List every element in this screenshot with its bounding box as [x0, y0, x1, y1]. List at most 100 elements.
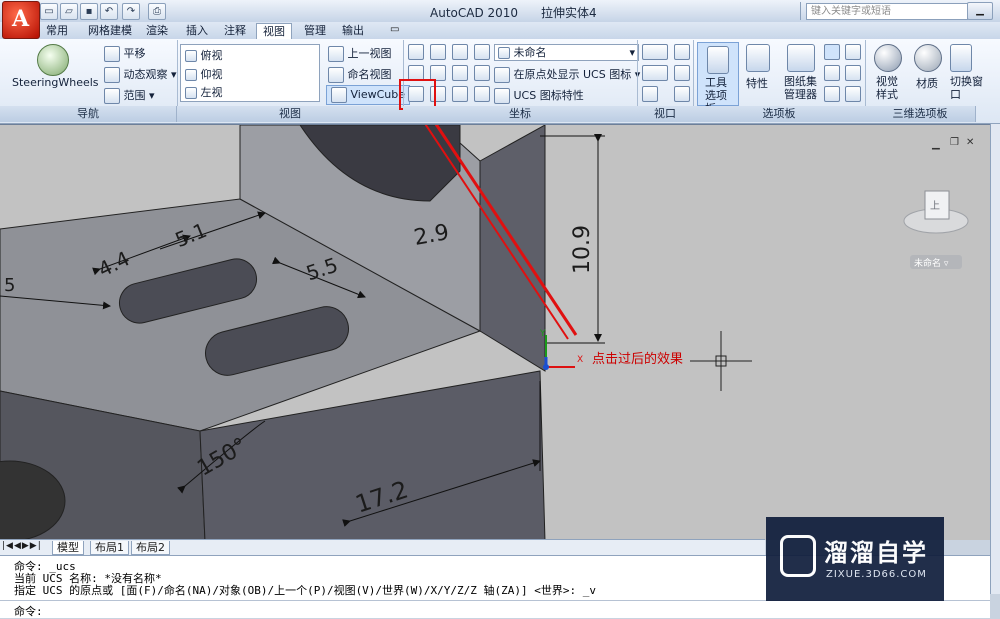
- ucs-3point-icon[interactable]: [452, 44, 468, 60]
- tab-output[interactable]: 输出: [336, 23, 370, 39]
- sheetset-manager-button[interactable]: 图纸集管理器: [784, 75, 820, 101]
- pan-button[interactable]: 平移: [104, 45, 146, 62]
- tab-manage[interactable]: 管理: [298, 23, 332, 39]
- tab-mesh[interactable]: 网格建模: [82, 23, 138, 39]
- ucs-properties-icon: [494, 88, 510, 104]
- tab-view[interactable]: 视图: [256, 23, 292, 40]
- command-line-icon[interactable]: [824, 44, 840, 60]
- design-center-icon[interactable]: [824, 65, 840, 81]
- tab-model[interactable]: 模型: [52, 541, 84, 555]
- palette-small-tools: [824, 44, 862, 104]
- annotation-text: 点击过后的效果: [592, 352, 684, 367]
- tab-layout1[interactable]: 布局1: [90, 541, 129, 555]
- viewport-panel-label: 视口: [637, 106, 694, 122]
- views-list[interactable]: 俯视 仰视 左视: [180, 44, 320, 102]
- visual-style-icon[interactable]: [874, 44, 902, 72]
- sheetset-icon[interactable]: [787, 44, 815, 72]
- ucs-name-select[interactable]: 未命名 ▾: [494, 44, 639, 61]
- previous-view-button[interactable]: 上一视图: [328, 45, 392, 62]
- tab-layout2[interactable]: 布局2: [131, 541, 170, 555]
- named-views-button[interactable]: 命名视图: [328, 66, 392, 83]
- coords-panel-label: 坐标: [403, 106, 638, 122]
- tab-annotate[interactable]: 注释: [218, 23, 252, 39]
- viewport-join-icon[interactable]: [674, 65, 690, 81]
- title-bar: ▭ ▱ ▪ ↶ ↷ ⎙ AutoCAD 2010 拉伸实体4 键入关键字或短语 …: [0, 0, 1000, 23]
- ucs-x-icon[interactable]: [474, 44, 490, 60]
- calculator-icon[interactable]: [824, 86, 840, 102]
- viewport-new-icon[interactable]: [674, 44, 690, 60]
- layout-nav-icons[interactable]: |◀◀▶▶|: [2, 541, 42, 551]
- viewport-minimize-icon[interactable]: ▁: [932, 139, 940, 150]
- viewport-clip-icon[interactable]: [642, 65, 668, 81]
- ucs-y-icon[interactable]: [452, 65, 468, 81]
- steeringwheels-icon[interactable]: [37, 44, 69, 76]
- application-menu-button[interactable]: A: [2, 1, 40, 39]
- tab-render[interactable]: 渲染: [140, 23, 174, 39]
- watermark-logo-icon: [780, 535, 816, 577]
- steeringwheels-button[interactable]: SteeringWheels: [12, 76, 99, 89]
- minimize-button[interactable]: ▁: [967, 2, 993, 20]
- dbconnect-icon[interactable]: [845, 65, 861, 81]
- print-icon[interactable]: ⎙: [148, 3, 166, 20]
- materials-icon[interactable]: [914, 44, 942, 72]
- switch-window-icon[interactable]: [950, 44, 972, 72]
- search-input[interactable]: 键入关键字或短语: [806, 3, 968, 20]
- tab-insert[interactable]: 插入: [180, 23, 214, 39]
- viewcube-ucs-menu[interactable]: 未命名 ▿: [914, 256, 948, 269]
- viewport-restore-icon[interactable]: ❐: [950, 137, 959, 148]
- dimension-text: 10.9: [569, 225, 595, 274]
- side-palette-bar[interactable]: [990, 124, 1000, 594]
- switch-window-button[interactable]: 切换窗口: [950, 75, 988, 101]
- new-icon[interactable]: ▭: [40, 3, 58, 20]
- viewport-layout-icon[interactable]: [674, 86, 690, 102]
- ucs-icon[interactable]: [408, 44, 424, 60]
- named-views-icon: [328, 67, 344, 83]
- window-title: AutoCAD 2010 拉伸实体4: [430, 6, 597, 20]
- tab-home[interactable]: 常用: [40, 23, 74, 39]
- palettes-panel-label: 选项板: [693, 106, 866, 122]
- viewcube-face[interactable]: 上: [930, 197, 940, 212]
- pan-icon: [104, 46, 120, 62]
- lock-icon[interactable]: [845, 86, 861, 102]
- watermark: 溜溜自学 ZIXUE.3D66.COM: [766, 517, 944, 601]
- visual-style-button[interactable]: 视觉样式: [876, 75, 900, 101]
- drawing-canvas[interactable]: 4.4 5.1 5.5 2.9 10.9 150° 17.2 5 点击过后的效果…: [0, 124, 990, 540]
- properties-button[interactable]: 特性: [746, 75, 768, 91]
- markup-icon[interactable]: [845, 44, 861, 60]
- viewport-restore-icon[interactable]: [642, 86, 658, 102]
- view-left[interactable]: 左视: [181, 83, 319, 101]
- ribbon-tabs: 常用 网格建模 渲染 插入 注释 视图 管理 输出 ▭: [0, 22, 1000, 40]
- viewcube-button[interactable]: ViewCube: [326, 85, 411, 105]
- ucs-y-label: Y: [540, 329, 546, 339]
- 3d-palettes-panel-label: 三维选项板: [865, 106, 976, 122]
- extents-icon: [104, 88, 120, 104]
- show-ucs-origin-button[interactable]: 在原点处显示 UCS 图标 ▾: [494, 66, 640, 83]
- previous-view-icon: [328, 46, 344, 62]
- ucs-z-icon[interactable]: [452, 86, 468, 102]
- ucs-world-icon[interactable]: [474, 65, 490, 81]
- open-icon[interactable]: ▱: [60, 3, 78, 20]
- ribbon-toggle-icon[interactable]: ▭: [390, 24, 399, 35]
- tool-palette-button[interactable]: 工具选项板: [697, 42, 739, 115]
- layout-tab-bar: |◀◀▶▶| 模型 布局1 布局2: [0, 539, 765, 555]
- viewcube-icon: [331, 87, 347, 103]
- properties-icon[interactable]: [746, 44, 770, 72]
- divider: [800, 2, 801, 20]
- redo-icon[interactable]: ↷: [122, 3, 140, 20]
- ucs-origin-icon[interactable]: [430, 44, 446, 60]
- viewport-close-icon[interactable]: ✕: [966, 137, 974, 148]
- ucs-previous-icon[interactable]: [474, 86, 490, 102]
- extents-button[interactable]: 范围 ▾: [104, 87, 155, 104]
- model-drawing: [0, 125, 969, 540]
- ucs-icon-properties-button[interactable]: UCS 图标特性: [494, 87, 584, 104]
- viewport-config-icon[interactable]: [642, 44, 668, 60]
- orbit-button[interactable]: 动态观察 ▾: [104, 66, 177, 83]
- views-panel-label: 视图: [177, 106, 404, 122]
- view-top[interactable]: 俯视: [181, 45, 319, 65]
- materials-button[interactable]: 材质: [916, 75, 938, 91]
- save-icon[interactable]: ▪: [80, 3, 98, 20]
- tool-palette-icon: [707, 46, 729, 74]
- undo-icon[interactable]: ↶: [100, 3, 118, 20]
- view-bottom[interactable]: 仰视: [181, 65, 319, 83]
- command-history-line: 指定 UCS 的原点或 [面(F)/命名(NA)/对象(OB)/上一个(P)/视…: [14, 584, 596, 597]
